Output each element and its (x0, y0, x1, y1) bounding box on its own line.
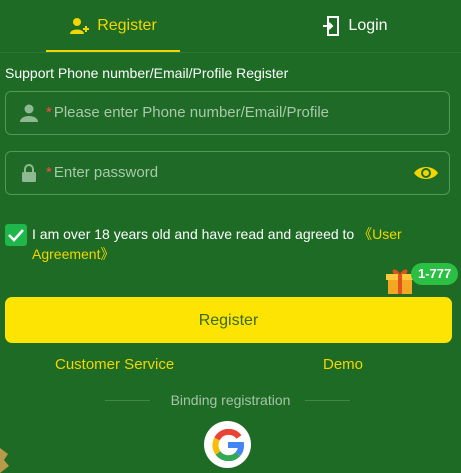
login-icon (323, 16, 340, 36)
eye-icon[interactable] (413, 163, 439, 183)
user-icon (20, 104, 38, 122)
password-input[interactable]: * Enter password (5, 151, 450, 195)
agreement-statement: I am over 18 years old and have read and… (32, 226, 359, 242)
form-subtitle: Support Phone number/Email/Profile Regis… (5, 65, 289, 81)
register-button[interactable]: Register (5, 297, 452, 343)
demo-link[interactable]: Demo (323, 356, 363, 373)
binding-registration-label: Binding registration (170, 392, 291, 408)
tab-register-label: Register (97, 17, 157, 34)
side-decoration-icon (0, 448, 9, 473)
tab-login[interactable]: Login (288, 0, 422, 52)
password-placeholder: * Enter password (46, 164, 159, 181)
customer-service-link[interactable]: Customer Service (55, 356, 174, 373)
bonus-badge[interactable]: 1-777 (411, 263, 459, 285)
tab-register[interactable]: Register (46, 0, 180, 52)
divider-right (305, 400, 350, 401)
user-add-icon (70, 18, 90, 34)
agreement-text: I am over 18 years old and have read and… (32, 224, 442, 264)
google-button[interactable] (204, 421, 251, 468)
tab-login-label: Login (348, 17, 388, 34)
account-placeholder: * Please enter Phone number/Email/Profile (46, 104, 329, 121)
google-icon (211, 428, 244, 461)
lock-icon (22, 164, 36, 182)
auth-tabs: Register Login (0, 0, 461, 53)
check-icon (8, 229, 24, 242)
agree-checkbox[interactable] (5, 224, 27, 246)
account-input[interactable]: * Please enter Phone number/Email/Profile (5, 91, 450, 135)
